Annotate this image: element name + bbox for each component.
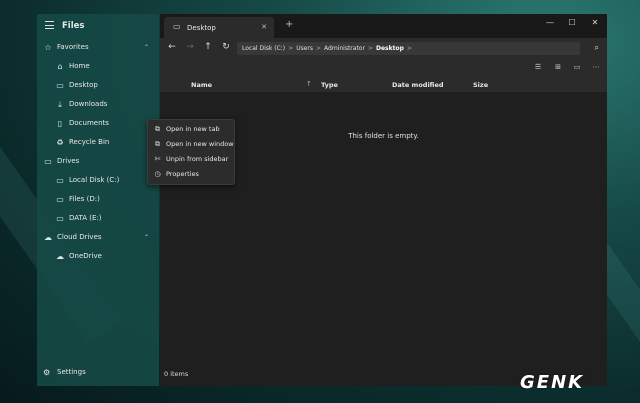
- desktop-icon: ▭: [173, 22, 181, 31]
- sidebar-item-local-disk-c[interactable]: ▭ Local Disk (C:): [37, 172, 159, 189]
- search-icon[interactable]: ⌕: [595, 43, 599, 53]
- sort-ascending-icon[interactable]: ↑: [306, 80, 312, 88]
- properties-icon: ◷: [154, 170, 161, 178]
- maximize-button[interactable]: ☐: [564, 18, 580, 27]
- menu-item-open-in-new-tab[interactable]: ⧉ Open in new tab: [148, 122, 234, 137]
- menu-item-label: Open in new window: [166, 140, 234, 148]
- back-button[interactable]: ←: [165, 42, 179, 52]
- column-name[interactable]: Name: [191, 81, 212, 89]
- gear-icon: ⚙: [43, 368, 51, 377]
- close-window-button[interactable]: ✕: [587, 18, 603, 27]
- sidebar-item-label: Home: [69, 62, 90, 70]
- sidebar-item-label: OneDrive: [69, 252, 102, 260]
- drive-icon: ▭: [56, 214, 64, 223]
- sidebar-item-label: DATA (E:): [69, 214, 102, 222]
- tab-label: Desktop: [187, 24, 216, 32]
- chevron-up-icon[interactable]: ⌃: [144, 39, 149, 56]
- column-header-row: Name ↑ Type Date modified Size: [160, 78, 607, 92]
- sidebar-item-downloads[interactable]: ⤓ Downloads: [37, 96, 159, 113]
- sidebar-item-recycle-bin[interactable]: ♻ Recycle Bin: [37, 134, 159, 151]
- minimize-button[interactable]: —: [542, 18, 558, 27]
- sidebar-item-label: Downloads: [69, 100, 108, 108]
- sidebar-item-label: Recycle Bin: [69, 138, 110, 146]
- unpin-icon: ✄: [154, 155, 161, 163]
- breadcrumb-separator-icon: >: [288, 45, 294, 52]
- section-label: Cloud Drives: [57, 233, 102, 241]
- document-icon: ▯: [57, 119, 63, 128]
- sidebar-item-documents[interactable]: ▯ Documents: [37, 115, 159, 132]
- toolbar: ☰ ⊞ ▭ ⋯: [160, 60, 607, 78]
- main-pane: ▭ Desktop ✕ + — ☐ ✕ ← → ↑ ↻ Local Disk (…: [160, 14, 607, 386]
- sidebar-header: Files: [37, 14, 159, 38]
- new-tab-icon: ⧉: [155, 125, 160, 133]
- sidebar-item-label: Settings: [57, 368, 86, 376]
- cloud-icon: ☁: [44, 233, 52, 242]
- hamburger-menu-icon[interactable]: [45, 21, 54, 29]
- more-options-icon[interactable]: ⋯: [590, 63, 602, 71]
- menu-item-label: Properties: [166, 170, 199, 178]
- section-label: Drives: [57, 157, 80, 165]
- tab-bar: ▭ Desktop ✕ + — ☐ ✕: [160, 14, 607, 38]
- chevron-up-icon[interactable]: ⌃: [144, 229, 149, 246]
- refresh-button[interactable]: ↻: [219, 42, 233, 52]
- section-label: Favorites: [57, 43, 89, 51]
- drive-icon: ▭: [56, 176, 64, 185]
- breadcrumb-item[interactable]: Administrator: [324, 45, 365, 52]
- breadcrumb-separator-icon: >: [316, 45, 322, 52]
- up-button[interactable]: ↑: [201, 42, 215, 52]
- files-app-window: Files ☆ Favorites ⌃ ⌂ Home ▭ Desktop ⤓ D…: [37, 14, 607, 386]
- menu-item-open-in-new-window[interactable]: ⧉ Open in new window: [148, 137, 234, 152]
- layout-icon[interactable]: ⊞: [552, 63, 564, 71]
- breadcrumb-item[interactable]: Local Disk (C:): [242, 45, 285, 52]
- sidebar-item-settings[interactable]: ⚙ Settings: [37, 364, 159, 381]
- sidebar-item-label: Desktop: [69, 81, 98, 89]
- breadcrumb-item[interactable]: Users: [296, 45, 313, 52]
- sidebar-item-files-d[interactable]: ▭ Files (D:): [37, 191, 159, 208]
- menu-item-label: Open in new tab: [166, 125, 220, 133]
- sidebar-item-label: Local Disk (C:): [69, 176, 120, 184]
- genk-watermark-logo: GENK: [520, 372, 585, 393]
- sidebar-item-home[interactable]: ⌂ Home: [37, 58, 159, 75]
- sidebar-section-cloud-drives[interactable]: ☁ Cloud Drives ⌃: [37, 229, 159, 246]
- tab-desktop[interactable]: ▭ Desktop ✕: [164, 17, 274, 38]
- status-item-count: 0 items: [164, 370, 189, 378]
- sidebar-item-label: Documents: [69, 119, 109, 127]
- drives-icon: ▭: [44, 157, 52, 166]
- forward-button[interactable]: →: [183, 42, 197, 52]
- star-icon: ☆: [44, 43, 52, 52]
- column-size[interactable]: Size: [473, 81, 488, 89]
- select-all-icon[interactable]: ☰: [532, 63, 544, 71]
- sidebar-item-label: Files (D:): [69, 195, 100, 203]
- recycle-bin-icon: ♻: [56, 138, 64, 147]
- menu-item-properties[interactable]: ◷ Properties: [148, 167, 234, 182]
- cloud-icon: ☁: [56, 252, 64, 261]
- desktop-icon: ▭: [56, 81, 64, 90]
- new-tab-button[interactable]: +: [285, 19, 293, 30]
- sidebar-section-drives[interactable]: ▭ Drives: [37, 153, 159, 170]
- sidebar-item-onedrive[interactable]: ☁ OneDrive: [37, 248, 159, 265]
- breadcrumb[interactable]: Local Disk (C:) > Users > Administrator > Desk…: [237, 42, 580, 55]
- address-bar: ← → ↑ ↻ Local Disk (C:) > Users > Administra…: [160, 38, 607, 60]
- breadcrumb-separator-icon: >: [367, 45, 373, 52]
- sidebar-section-favorites[interactable]: ☆ Favorites ⌃: [37, 39, 159, 56]
- home-icon: ⌂: [57, 62, 63, 71]
- menu-item-label: Unpin from sidebar: [166, 155, 229, 163]
- column-date-modified[interactable]: Date modified: [392, 81, 444, 89]
- sidebar-item-data-e[interactable]: ▭ DATA (E:): [37, 210, 159, 227]
- close-tab-icon[interactable]: ✕: [261, 23, 267, 31]
- sidebar: Files ☆ Favorites ⌃ ⌂ Home ▭ Desktop ⤓ D…: [37, 14, 159, 386]
- sidebar-item-desktop[interactable]: ▭ Desktop: [37, 77, 159, 94]
- column-type[interactable]: Type: [321, 81, 338, 89]
- app-title: Files: [62, 21, 85, 31]
- drive-icon: ▭: [56, 195, 64, 204]
- new-window-icon: ⧉: [155, 140, 160, 148]
- breadcrumb-separator-icon: >: [406, 45, 412, 52]
- download-icon: ⤓: [58, 100, 62, 109]
- preview-pane-icon[interactable]: ▭: [571, 63, 583, 71]
- context-menu: ⧉ Open in new tab ⧉ Open in new window ✄…: [147, 119, 235, 185]
- menu-item-unpin-from-sidebar[interactable]: ✄ Unpin from sidebar: [148, 152, 234, 167]
- breadcrumb-item-current[interactable]: Desktop: [376, 45, 404, 52]
